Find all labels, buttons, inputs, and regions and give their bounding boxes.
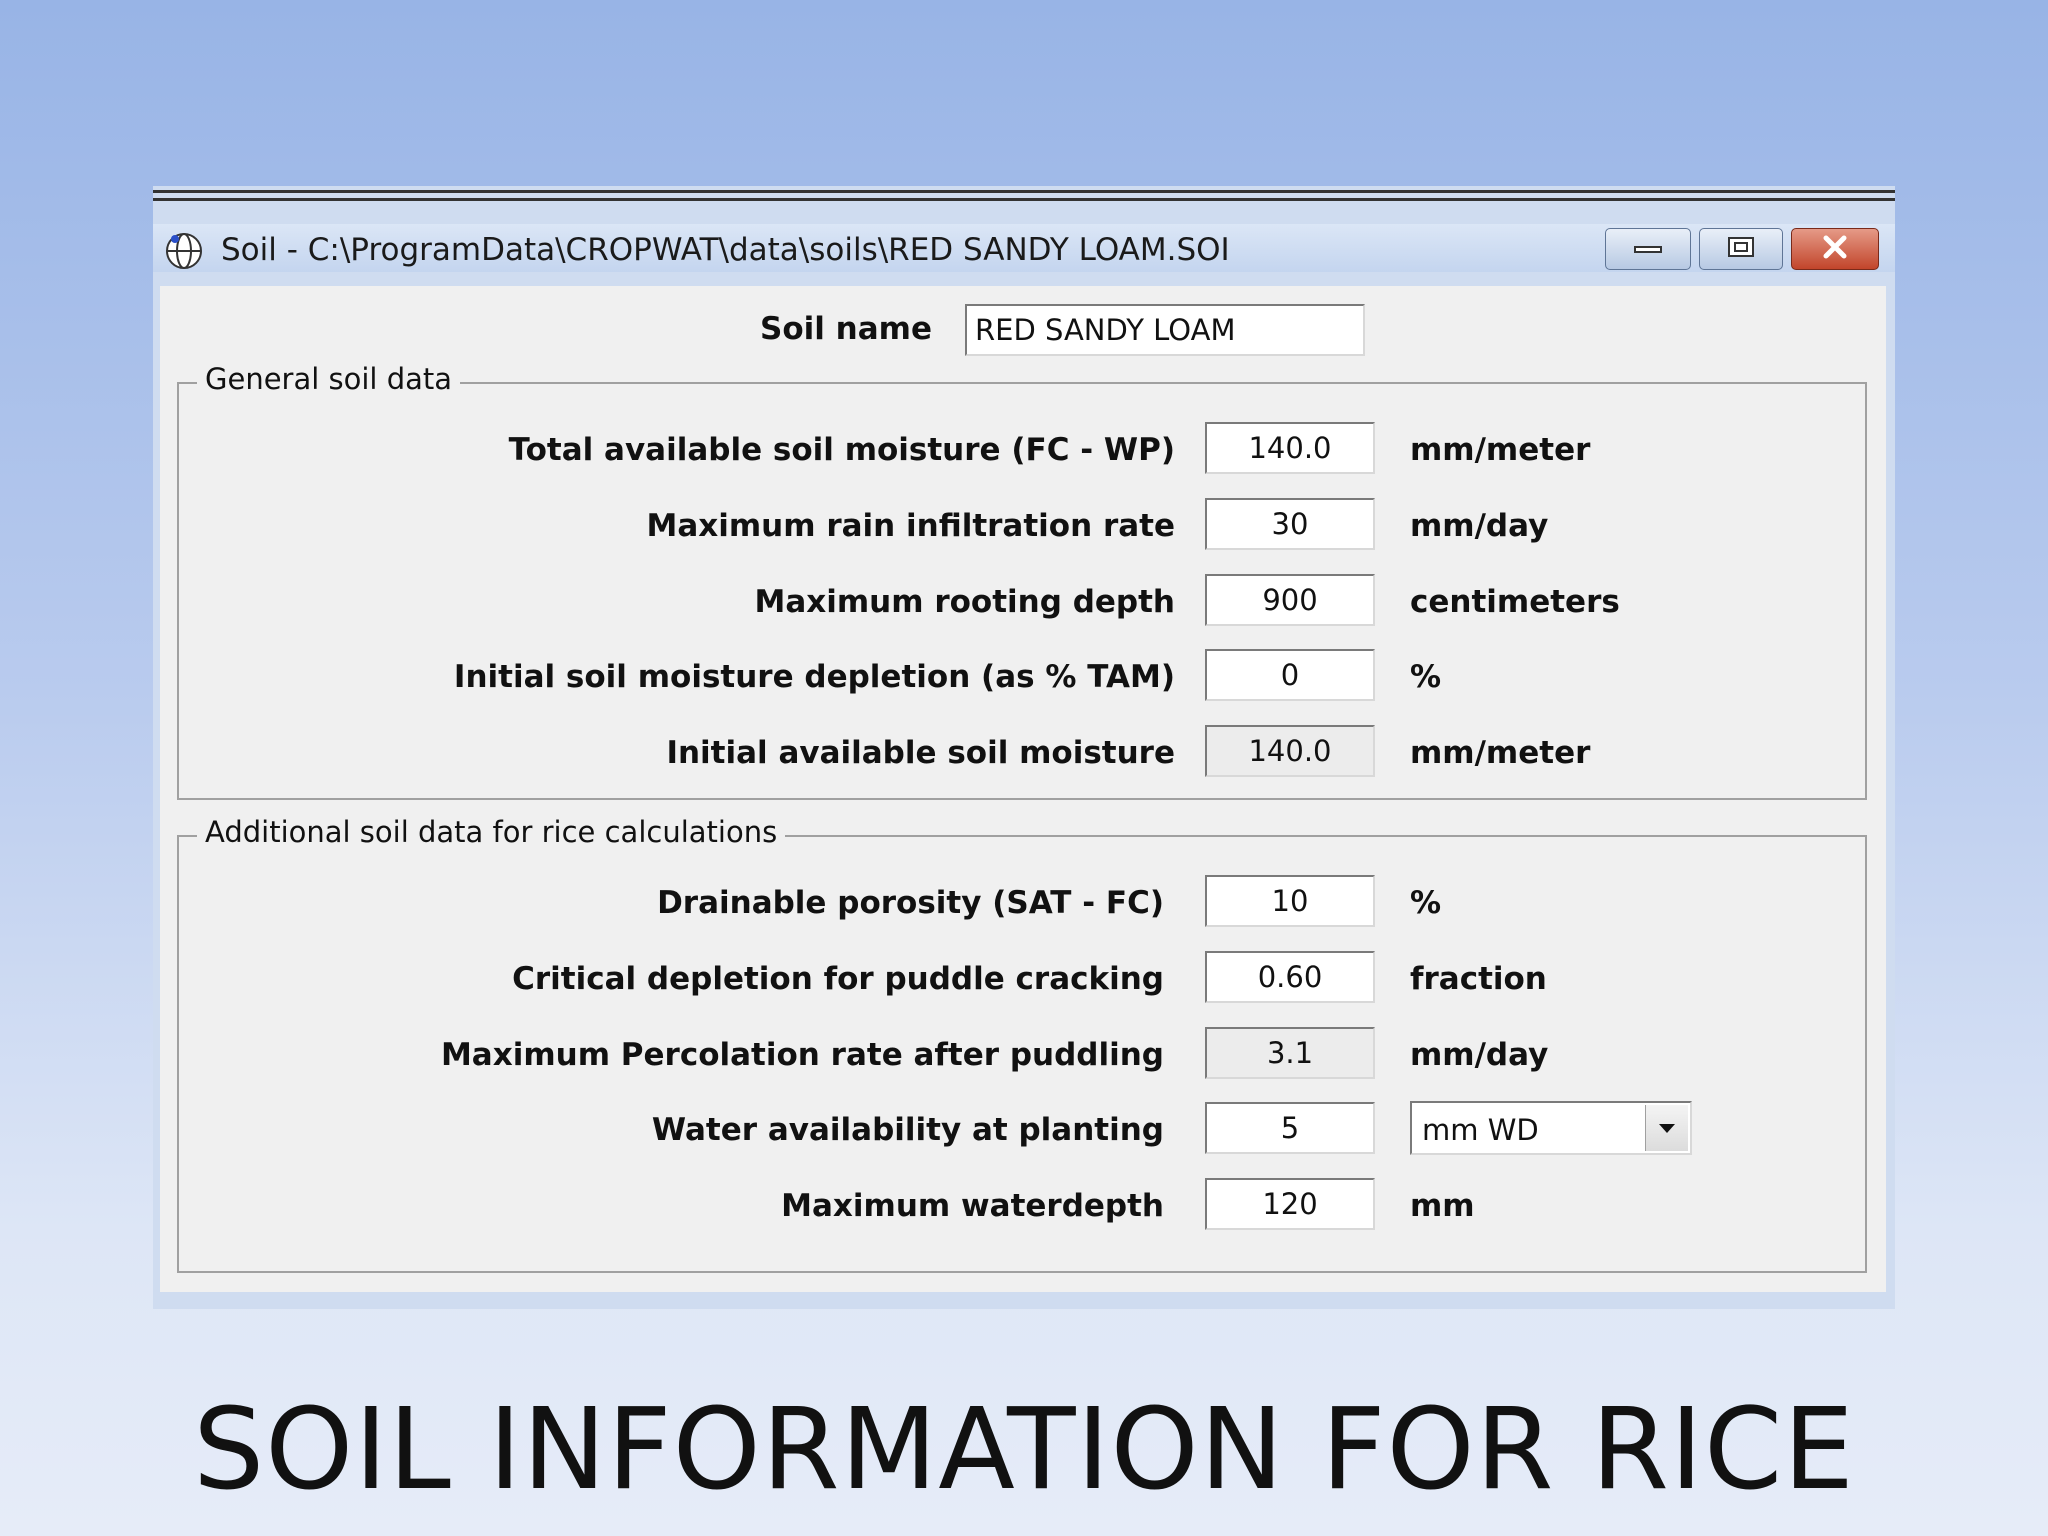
max-rooting-depth-input[interactable]: 900: [1205, 574, 1375, 626]
close-icon: [1820, 234, 1850, 265]
water-availability-input[interactable]: 5: [1205, 1102, 1375, 1154]
max-waterdepth-unit: mm: [1410, 1188, 1475, 1224]
max-rooting-depth-label: Maximum rooting depth: [754, 584, 1175, 620]
general-soil-data-legend: General soil data: [197, 362, 461, 396]
max-rooting-depth-unit: centimeters: [1410, 584, 1620, 620]
title-bar[interactable]: Soil - C:\ProgramData\CROPWAT\data\soils…: [153, 224, 1895, 272]
max-percolation-unit: mm/day: [1410, 1037, 1549, 1073]
max-percolation-value: 3.1: [1205, 1027, 1375, 1079]
slide-title: SOIL INFORMATION FOR RICE: [193, 1385, 1855, 1515]
rice-soil-data-legend: Additional soil data for rice calculatio…: [197, 815, 786, 849]
initial-depletion-label: Initial soil moisture depletion (as % TA…: [453, 659, 1175, 695]
critical-depletion-label: Critical depletion for puddle cracking: [512, 961, 1164, 997]
minimize-button[interactable]: [1605, 228, 1691, 270]
total-available-soil-moisture-unit: mm/meter: [1410, 432, 1591, 468]
critical-depletion-unit: fraction: [1410, 961, 1547, 997]
initial-depletion-unit: %: [1410, 659, 1442, 695]
initial-available-moisture-value: 140.0: [1205, 725, 1375, 777]
soil-name-label: Soil name: [760, 311, 932, 347]
max-waterdepth-input[interactable]: 120: [1205, 1178, 1375, 1230]
soil-name-input[interactable]: RED SANDY LOAM: [965, 304, 1365, 356]
water-availability-unit-value: mm WD: [1422, 1113, 1539, 1147]
initial-available-moisture-label: Initial available soil moisture: [666, 735, 1175, 771]
soil-window: Soil - C:\ProgramData\CROPWAT\data\soils…: [153, 186, 1895, 1309]
close-button[interactable]: [1791, 228, 1879, 270]
minimize-icon: [1633, 240, 1663, 259]
max-rain-infiltration-input[interactable]: 30: [1205, 498, 1375, 550]
water-availability-label: Water availability at planting: [651, 1112, 1164, 1148]
max-waterdepth-label: Maximum waterdepth: [781, 1188, 1164, 1224]
drainable-porosity-unit: %: [1410, 885, 1442, 921]
dialog-client-area: Soil name RED SANDY LOAM General soil da…: [160, 286, 1886, 1292]
critical-depletion-input[interactable]: 0.60: [1205, 951, 1375, 1003]
drainable-porosity-label: Drainable porosity (SAT - FC): [657, 885, 1164, 921]
initial-depletion-input[interactable]: 0: [1205, 649, 1375, 701]
total-available-soil-moisture-input[interactable]: 140.0: [1205, 422, 1375, 474]
dropdown-arrow-icon[interactable]: [1645, 1105, 1688, 1151]
max-rain-infiltration-unit: mm/day: [1410, 508, 1549, 544]
max-percolation-label: Maximum Percolation rate after puddling: [440, 1037, 1164, 1073]
maximize-button[interactable]: [1699, 228, 1783, 270]
water-availability-unit-select[interactable]: mm WD: [1410, 1101, 1692, 1155]
initial-available-moisture-unit: mm/meter: [1410, 735, 1591, 771]
globe-icon: [164, 231, 204, 271]
restore-icon: [1726, 235, 1756, 264]
window-title: Soil - C:\ProgramData\CROPWAT\data\soils…: [221, 232, 1230, 268]
max-rain-infiltration-label: Maximum rain infiltration rate: [646, 508, 1175, 544]
top-rule: [153, 198, 1895, 201]
total-available-soil-moisture-label: Total available soil moisture (FC - WP): [508, 432, 1175, 468]
top-rule: [153, 190, 1895, 193]
drainable-porosity-input[interactable]: 10: [1205, 875, 1375, 927]
